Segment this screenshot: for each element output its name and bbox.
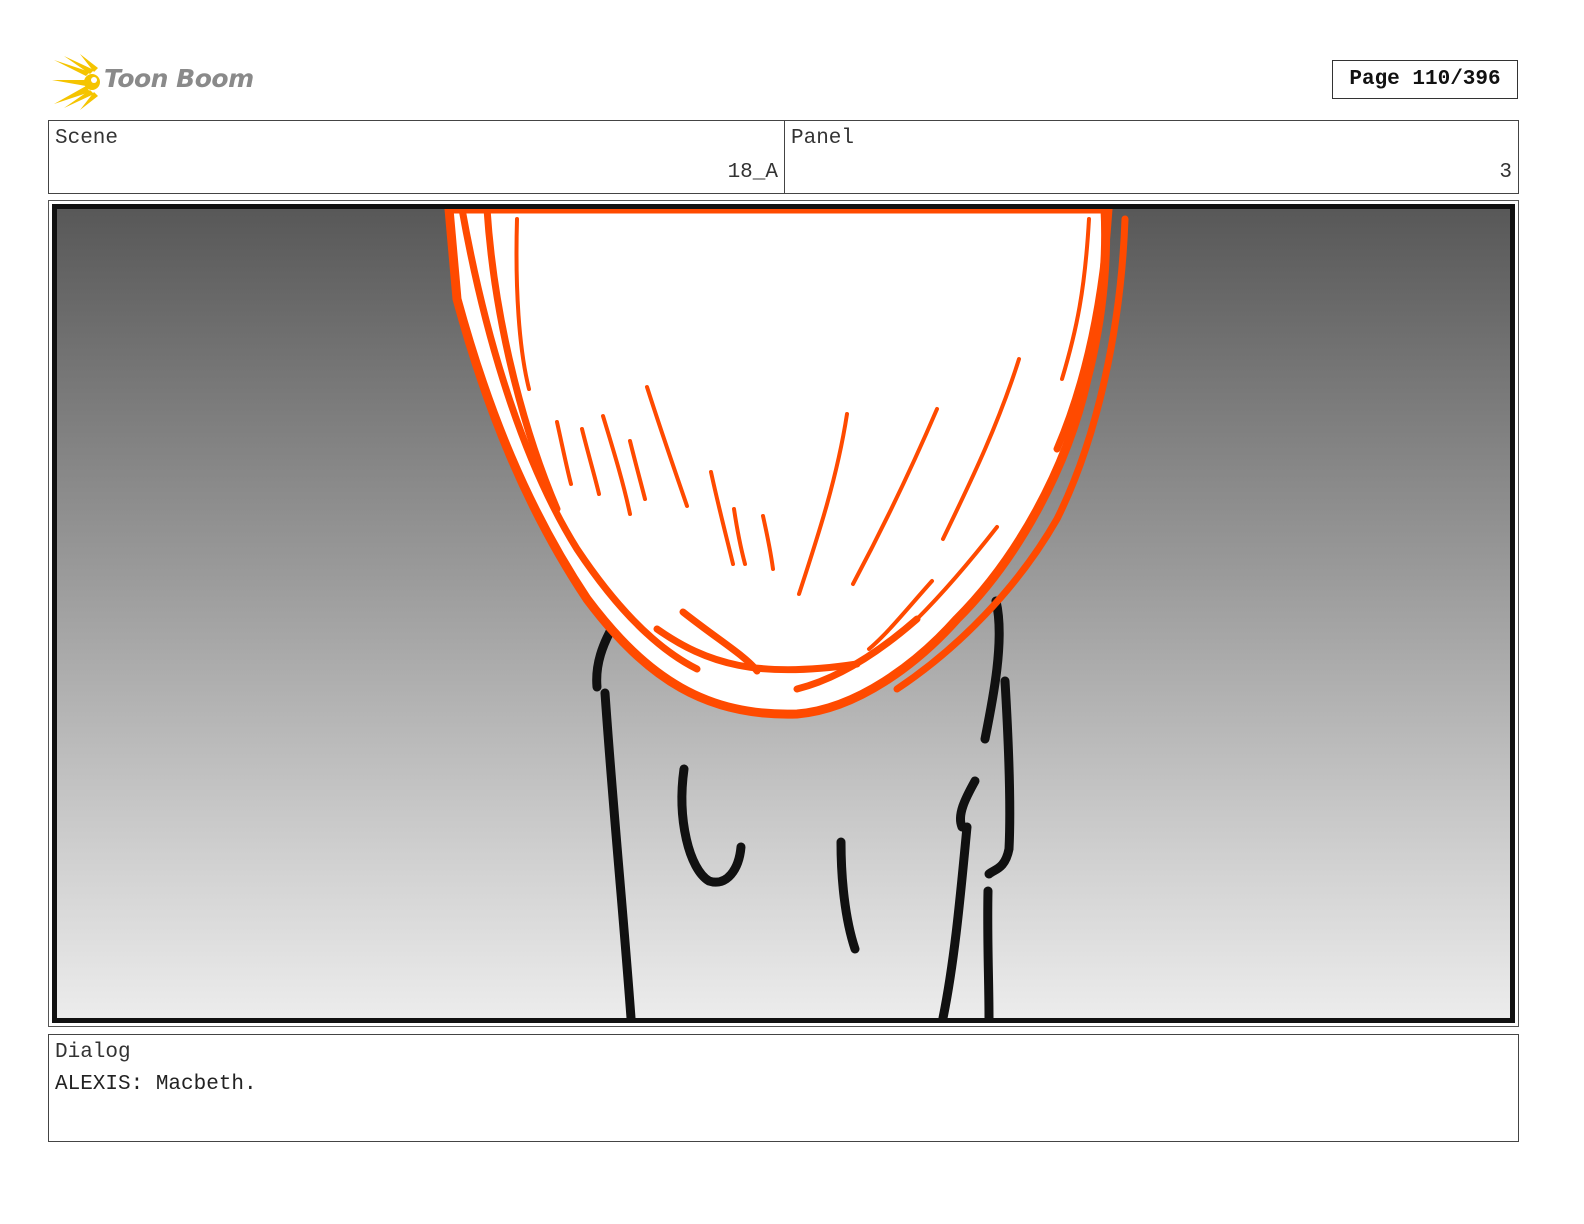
dialog-text: ALEXIS: Macbeth. [55,1073,257,1096]
scene-panel-row: Scene 18_A Panel 3 [48,120,1519,194]
panel-label: Panel [791,127,855,150]
page-number: Page 110/396 [1332,60,1518,99]
scene-cell: Scene 18_A [49,121,785,193]
brand-name: Toon Boom [104,64,254,93]
storyboard-sketch [444,209,1129,1018]
panel-value: 3 [1499,161,1512,184]
storyboard-frame [52,204,1515,1023]
dialog-box: Dialog ALEXIS: Macbeth. [48,1034,1519,1142]
scene-label: Scene [55,127,119,150]
scene-value: 18_A [727,161,778,184]
panel-cell: Panel 3 [785,121,1518,193]
dialog-label: Dialog [55,1041,131,1064]
